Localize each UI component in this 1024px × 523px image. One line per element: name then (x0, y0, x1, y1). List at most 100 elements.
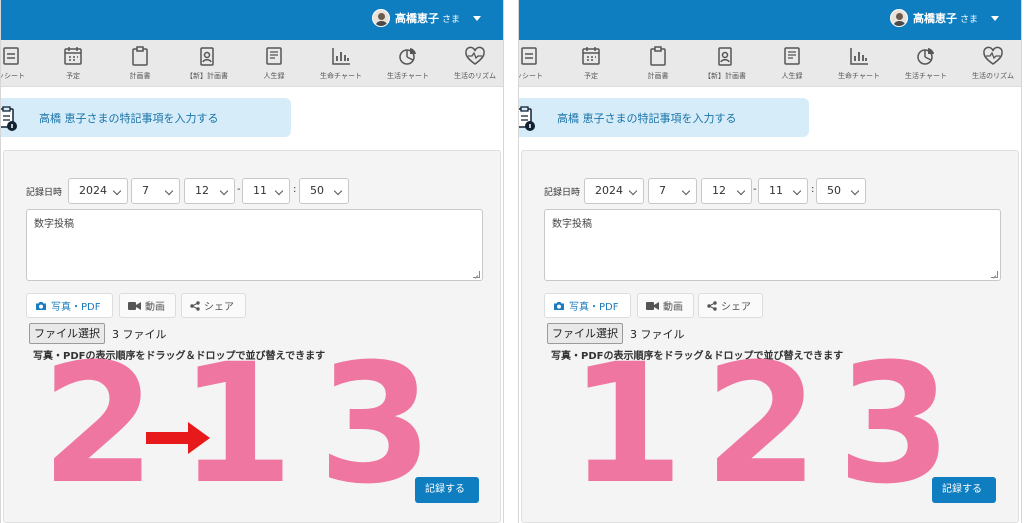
nav-item-life-rhythm[interactable]: 生活のリズム (444, 46, 503, 81)
user-menu[interactable]: 高橋恵子 さま (371, 9, 481, 27)
nav-label: 生命チャート (320, 72, 362, 80)
nav-label: 生活チャート (905, 72, 947, 80)
pie-chart-icon (399, 48, 416, 65)
nav-item-checksheet[interactable]: ッシート (1, 46, 42, 81)
nav-item-schedule[interactable]: 予定 (560, 46, 622, 81)
nav-item-plan[interactable]: 計画書 (109, 46, 171, 81)
share-label: シェア (204, 302, 234, 313)
year-select[interactable]: 2024 (584, 178, 644, 204)
clipboard-icon (650, 46, 666, 66)
badge-icon (718, 47, 732, 66)
video-label: 動画 (145, 302, 165, 313)
note-textarea[interactable]: 数字投稿 (26, 209, 483, 281)
day-select[interactable]: 12 (184, 178, 235, 204)
share-icon (190, 300, 200, 311)
nav-item-checksheet[interactable]: ッシート (519, 46, 560, 81)
nav-item-life-record[interactable]: 人生録 (243, 46, 305, 81)
hour-select[interactable]: 11 (758, 178, 808, 204)
nav-label: 生命チャート (838, 72, 880, 80)
month-select[interactable]: 7 (131, 178, 180, 204)
screen-before: 高橋恵子 さま ッシート 予定 計画書 【新】計画書 人生録 生命チャート (0, 0, 504, 523)
nav-label: 予定 (66, 72, 80, 80)
nav-label: 計画書 (647, 72, 669, 80)
share-button[interactable]: シェア (698, 293, 763, 318)
year-select[interactable]: 2024 (68, 178, 128, 204)
submit-button[interactable]: 記録する (932, 477, 996, 503)
clipboard-info-icon (1, 106, 17, 131)
preview-thumbnail[interactable]: 1 (569, 342, 684, 507)
time-separator: : (811, 184, 815, 195)
video-button[interactable]: 動画 (637, 293, 694, 318)
note-text: 数字投稿 (552, 219, 592, 230)
nav-label: 人生録 (781, 72, 803, 80)
photo-pdf-button[interactable]: 写真・PDF (26, 293, 113, 318)
video-label: 動画 (663, 302, 683, 313)
book-icon (266, 47, 282, 65)
photo-pdf-button[interactable]: 写真・PDF (544, 293, 631, 318)
nav-item-life-record[interactable]: 人生録 (761, 46, 823, 81)
nav-item-plan[interactable]: 計画書 (627, 46, 689, 81)
submit-button[interactable]: 記録する (415, 477, 479, 503)
nav-label: 【新】計画書 (704, 72, 746, 80)
resize-handle[interactable] (991, 271, 998, 278)
nav-label: 生活のリズム (454, 72, 496, 80)
video-icon (128, 301, 141, 310)
banner-text: 高橋 恵子さまの特記事項を入力する (39, 112, 219, 125)
nav-item-vital-chart[interactable]: 生命チャート (828, 46, 890, 81)
nav-label: 計画書 (129, 72, 151, 80)
banner-text: 高橋 恵子さまの特記事項を入力する (557, 112, 737, 125)
nav-label: 【新】計画書 (186, 72, 228, 80)
camera-icon (554, 301, 564, 310)
preview-thumbnail[interactable]: 2 (41, 342, 156, 507)
day-select[interactable]: 12 (701, 178, 752, 204)
special-note-banner[interactable]: 高橋 恵子さまの特記事項を入力する (519, 98, 809, 137)
bar-chart-icon (332, 48, 350, 65)
move-arrow-icon (146, 422, 210, 454)
camera-icon (36, 301, 46, 310)
minute-select[interactable]: 50 (299, 178, 349, 204)
chevron-down-icon[interactable] (991, 15, 999, 21)
month-select[interactable]: 7 (648, 178, 697, 204)
nav-item-schedule[interactable]: 予定 (42, 46, 104, 81)
nav-item-new-plan[interactable]: 【新】計画書 (176, 46, 238, 81)
photo-pdf-label: 写真・PDF (51, 302, 101, 313)
badge-icon (200, 47, 214, 66)
nav-item-new-plan[interactable]: 【新】計画書 (694, 46, 756, 81)
heart-rate-icon (983, 46, 1003, 65)
top-bar: 高橋恵子 さま (1, 0, 503, 40)
note-textarea[interactable]: 数字投稿 (544, 209, 1001, 281)
nav-label: ッシート (519, 72, 543, 80)
nav-item-vital-chart[interactable]: 生命チャート (310, 46, 372, 81)
checklist-icon (521, 47, 537, 65)
minute-select[interactable]: 50 (816, 178, 866, 204)
calendar-icon (64, 47, 82, 65)
hour-select[interactable]: 11 (242, 178, 290, 204)
top-bar: 高橋恵子 さま (519, 0, 1021, 40)
clipboard-info-icon (519, 106, 535, 131)
photo-pdf-label: 写真・PDF (569, 302, 619, 313)
preview-thumbnail[interactable]: 2 (704, 342, 819, 507)
clipboard-icon (132, 46, 148, 66)
chevron-down-icon[interactable] (473, 15, 481, 21)
nav-label: 予定 (584, 72, 598, 80)
note-text: 数字投稿 (34, 219, 74, 230)
resize-handle[interactable] (473, 271, 480, 278)
time-separator: : (293, 184, 297, 195)
datetime-label: 記録日時 (26, 188, 63, 198)
nav-label: 生活チャート (387, 72, 429, 80)
video-button[interactable]: 動画 (119, 293, 176, 318)
nav-item-life-chart[interactable]: 生活チャート (377, 46, 439, 81)
special-note-banner[interactable]: 高橋 恵子さまの特記事項を入力する (1, 98, 291, 137)
checklist-icon (3, 47, 19, 65)
share-label: シェア (721, 302, 751, 313)
share-icon (707, 300, 717, 311)
book-icon (784, 47, 800, 65)
nav-item-life-chart[interactable]: 生活チャート (895, 46, 957, 81)
avatar (371, 9, 390, 27)
nav-bar: ッシート 予定 計画書 【新】計画書 人生録 生命チャート 生活チャート 生活 (1, 40, 503, 87)
user-suffix: さま (441, 14, 460, 25)
nav-item-life-rhythm[interactable]: 生活のリズム (962, 46, 1021, 81)
share-button[interactable]: シェア (181, 293, 246, 318)
user-name: 高橋恵子 (912, 12, 957, 25)
user-menu[interactable]: 高橋恵子 さま (889, 9, 999, 27)
